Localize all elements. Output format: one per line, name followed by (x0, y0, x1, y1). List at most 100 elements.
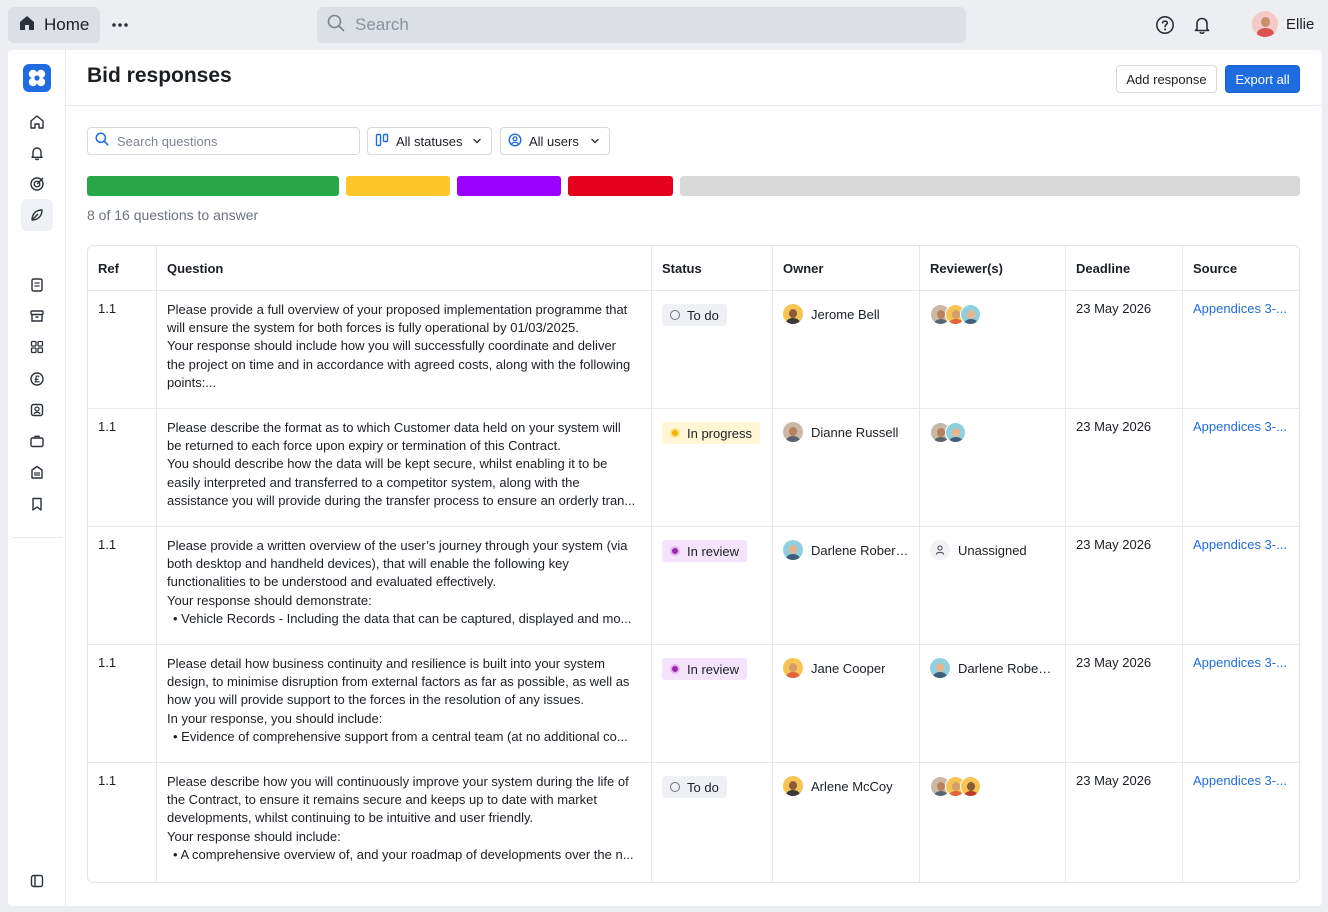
question-line: functionalities to be understood and eva… (167, 574, 497, 590)
reviewer-avatars[interactable] (930, 304, 1055, 325)
nav-bookmark-icon[interactable] (21, 488, 53, 520)
column-header-source[interactable]: Source (1183, 246, 1299, 290)
nav-pound-icon[interactable] (21, 363, 53, 395)
reviewer-name: Unassigned (958, 542, 1027, 558)
home-tab[interactable]: Home (8, 7, 100, 43)
status-badge[interactable]: In review (662, 658, 748, 680)
user-circle-icon (508, 132, 522, 150)
reviewers-cell (920, 763, 1066, 882)
search-icon (95, 131, 109, 151)
users-filter-dropdown[interactable]: All users (500, 127, 610, 155)
question-line: Your response should include: (167, 828, 341, 844)
status-badge[interactable]: In review (662, 540, 748, 562)
nav-target-icon[interactable] (21, 168, 53, 200)
question-line: how you will provide support to the forc… (167, 692, 584, 708)
user-menu[interactable]: Ellie (1252, 11, 1314, 37)
owner-cell: Jane Cooper (773, 645, 920, 762)
progress-segment-remaining (680, 176, 1300, 196)
avatar (783, 658, 803, 678)
ref-cell: 1.1 (88, 527, 157, 644)
nav-home-icon[interactable] (21, 106, 53, 138)
table-row[interactable]: 1.1 Please provide a written overview of… (88, 527, 1299, 645)
question-cell: Please describe the format as to which C… (157, 409, 652, 526)
status-cell: In review (652, 527, 773, 644)
question-bullet: • A comprehensive overview of, and your … (173, 846, 634, 862)
question-line: design, to minimise disruption from exte… (167, 674, 630, 690)
columns-icon (375, 133, 389, 150)
question-line: easily interpreted and transferred to a … (167, 474, 580, 490)
progress-segment-in-progress (346, 176, 450, 196)
reviewer[interactable]: Unassigned (930, 540, 1055, 560)
question-line: Please detail how business continuity an… (167, 656, 605, 671)
status-badge[interactable]: In progress (662, 422, 761, 444)
question-bullet-text: Vehicle Records - Including the data tha… (181, 610, 632, 626)
add-response-button[interactable]: Add response (1116, 65, 1217, 93)
owner[interactable]: Jerome Bell (783, 304, 909, 324)
reviewer-avatars[interactable] (930, 776, 1055, 797)
status-badge[interactable]: To do (662, 776, 727, 798)
owner[interactable]: Arlene McCoy (783, 776, 909, 796)
app-logo[interactable] (23, 64, 51, 92)
question-search-input[interactable] (117, 133, 347, 149)
nav-bids-icon[interactable] (21, 199, 53, 231)
owner-name: Jane Cooper (811, 660, 886, 676)
global-search-input[interactable] (355, 15, 915, 35)
source-cell: Appendices 3-... (1183, 291, 1299, 408)
nav-briefcase-icon[interactable] (21, 425, 53, 457)
status-cell: In review (652, 645, 773, 762)
question-cell: Please provide a full overview of your p… (157, 291, 652, 408)
source-link[interactable]: Appendices 3-... (1193, 419, 1289, 434)
column-header-question[interactable]: Question (157, 246, 652, 290)
avatar (1252, 11, 1278, 37)
table-row[interactable]: 1.1 Please detail how business continuit… (88, 645, 1299, 763)
question-search[interactable] (87, 127, 360, 155)
nav-contact-icon[interactable] (21, 394, 53, 426)
owner[interactable]: Dianne Russell (783, 422, 909, 442)
sidebar (8, 50, 66, 906)
progress-segment-complete (87, 176, 339, 196)
owner[interactable]: Jane Cooper (783, 658, 909, 678)
chevron-down-icon (472, 134, 482, 149)
table-row[interactable]: 1.1 Please describe how you will continu… (88, 763, 1299, 882)
more-options-icon[interactable] (108, 13, 132, 37)
column-header-reviewers[interactable]: Reviewer(s) (920, 246, 1066, 290)
export-all-button[interactable]: Export all (1225, 65, 1300, 93)
reviewer-avatars[interactable] (930, 422, 1055, 443)
nav-building-icon[interactable] (21, 456, 53, 488)
source-link[interactable]: Appendices 3-... (1193, 301, 1289, 316)
notifications-icon[interactable] (1191, 14, 1213, 36)
status-cell: In progress (652, 409, 773, 526)
column-header-owner[interactable]: Owner (773, 246, 920, 290)
help-icon[interactable] (1154, 14, 1176, 36)
nav-document-icon[interactable] (21, 269, 53, 301)
table-row[interactable]: 1.1 Please provide a full overview of yo… (88, 291, 1299, 409)
collapse-sidebar-icon[interactable] (21, 865, 53, 897)
source-link[interactable]: Appendices 3-... (1193, 537, 1289, 552)
nav-archive-icon[interactable] (21, 300, 53, 332)
source-link[interactable]: Appendices 3-... (1193, 773, 1289, 788)
source-cell: Appendices 3-... (1183, 527, 1299, 644)
source-link[interactable]: Appendices 3-... (1193, 655, 1289, 670)
table-header-row: Ref Question Status Owner Reviewer(s) De… (88, 246, 1299, 291)
question-line: points:... (167, 374, 217, 390)
deadline-cell: 23 May 2026 (1066, 645, 1183, 762)
answer-progress-bar (87, 176, 1300, 196)
status-badge[interactable]: To do (662, 304, 727, 326)
owner-name: Jerome Bell (811, 306, 880, 322)
nav-bell-icon[interactable] (21, 137, 53, 169)
column-header-ref[interactable]: Ref (88, 246, 157, 290)
global-search[interactable] (317, 7, 966, 43)
responses-table: Ref Question Status Owner Reviewer(s) De… (87, 245, 1300, 883)
question-line: Please describe how you will continuousl… (167, 774, 629, 789)
column-header-status[interactable]: Status (652, 246, 773, 290)
reviewer-name: Darlene Robert... (958, 660, 1055, 676)
nav-grid-icon[interactable] (21, 331, 53, 363)
deadline-cell: 23 May 2026 (1066, 763, 1183, 882)
question-line: the project on time and in accordance wi… (167, 356, 631, 372)
status-filter-dropdown[interactable]: All statuses (367, 127, 492, 155)
owner[interactable]: Darlene Robert... (783, 540, 909, 560)
table-row[interactable]: 1.1 Please describe the format as to whi… (88, 409, 1299, 527)
reviewer[interactable]: Darlene Robert... (930, 658, 1055, 678)
column-header-deadline[interactable]: Deadline (1066, 246, 1183, 290)
source-cell: Appendices 3-... (1183, 409, 1299, 526)
